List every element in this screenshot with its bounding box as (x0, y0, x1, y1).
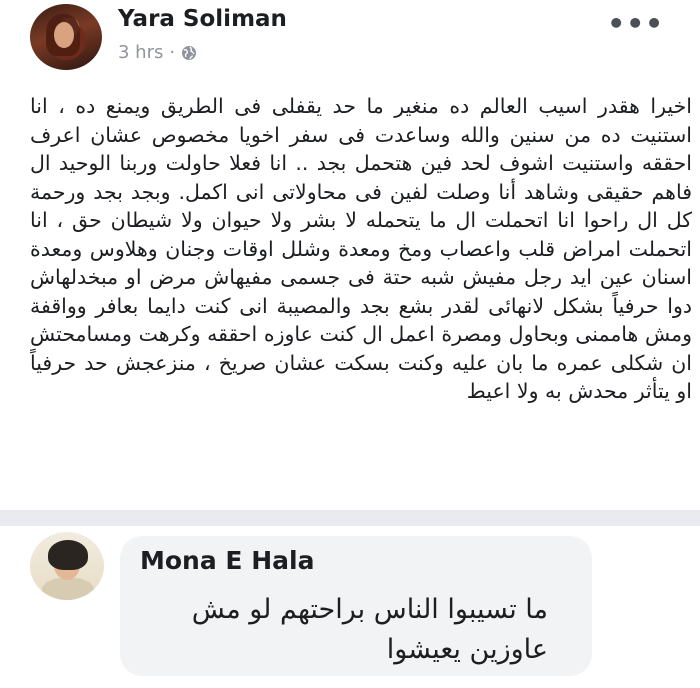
globe-icon[interactable] (181, 45, 197, 61)
avatar-face (54, 22, 74, 48)
post-text: اخيرا هقدر اسيب العالم ده منغير ما حد يق… (30, 94, 692, 403)
comment-bubble: Mona E Hala ما تسيبوا الناس براحتهم لو م… (120, 536, 592, 676)
comment-author-name[interactable]: Mona E Hala (140, 546, 314, 575)
divider (0, 510, 700, 526)
avatar-body (42, 578, 94, 600)
meta-separator: · (169, 42, 176, 63)
commenter-avatar[interactable] (30, 532, 104, 600)
post-body: اخيرا هقدر اسيب العالم ده منغير ما حد يق… (30, 92, 692, 504)
comment-text: ما تسيبوا الناس براحتهم لو مش عاوزين يعي… (191, 594, 548, 665)
more-options-button[interactable]: ••• (607, 10, 664, 38)
avatar-hair (48, 540, 88, 570)
author-avatar[interactable] (30, 4, 102, 70)
comment-item: Mona E Hala ما تسيبوا الناس براحتهم لو م… (0, 526, 700, 688)
post-card: Yara Soliman 3 hrs · ••• اخيرا هقدر اسيب… (0, 0, 700, 510)
post-author-name[interactable]: Yara Soliman (118, 6, 287, 32)
post-timestamp[interactable]: 3 hrs (118, 42, 163, 63)
post-meta: 3 hrs · (118, 42, 197, 63)
